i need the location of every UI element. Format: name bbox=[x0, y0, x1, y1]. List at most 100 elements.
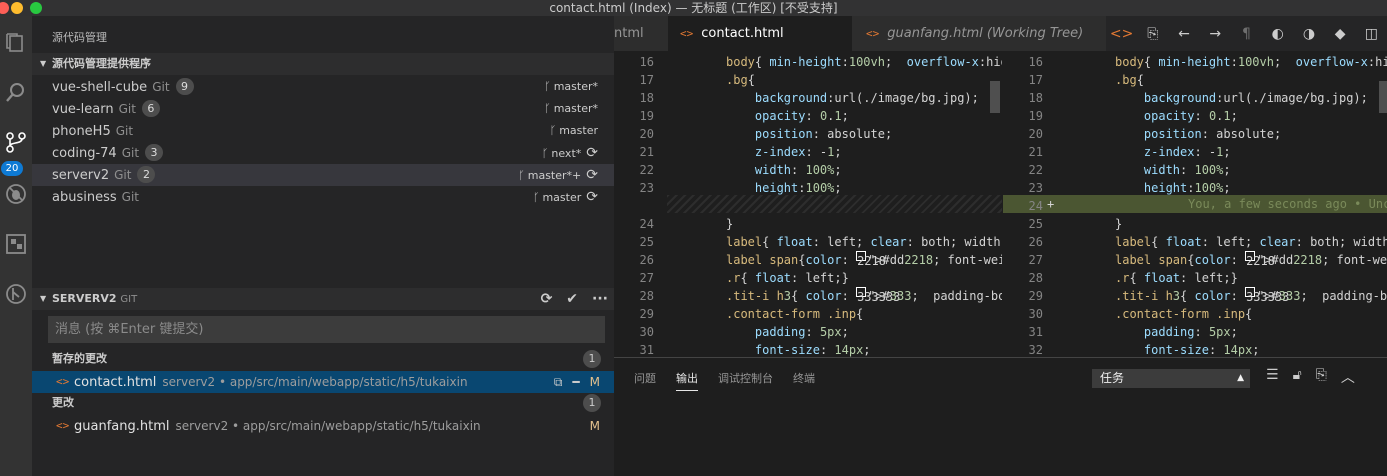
sync-icon[interactable]: ⟳ bbox=[586, 145, 598, 161]
branch-label[interactable]: master* bbox=[554, 80, 598, 93]
code-line: .r{ float: left;} bbox=[1115, 271, 1238, 285]
scrollbar-left[interactable] bbox=[990, 81, 1000, 113]
line-number: 18 bbox=[639, 91, 654, 105]
changes-header[interactable]: 更改 1 bbox=[32, 392, 614, 414]
panel-tab-debug-console[interactable]: 调试控制台 bbox=[718, 370, 773, 386]
code-line: .contact-form .inp{ bbox=[726, 307, 864, 321]
maximize-panel-icon[interactable]: ︿ bbox=[1341, 367, 1355, 387]
panel-tab-output[interactable]: 输出 bbox=[676, 370, 698, 391]
html-file-icon: <> bbox=[866, 27, 880, 40]
line-number: 27 bbox=[639, 271, 654, 285]
scrollbar-right[interactable] bbox=[1379, 81, 1387, 113]
code-line: font-size: 14px; bbox=[754, 343, 871, 357]
repo-row-phoneH5[interactable]: phoneH5 Git ᚴ master bbox=[32, 120, 614, 142]
git-branch-icon: ᚴ bbox=[518, 169, 525, 182]
line-number: 17 bbox=[1028, 73, 1043, 87]
line-number: 22 bbox=[1028, 163, 1043, 177]
branch-label[interactable]: next* bbox=[551, 147, 581, 160]
git-commit-icon[interactable]: ◆ bbox=[1326, 26, 1354, 42]
staged-count-badge: 1 bbox=[583, 350, 601, 368]
commit-message-input[interactable] bbox=[48, 316, 605, 343]
activity-bar: 20 bbox=[0, 16, 32, 476]
repo-row-abusiness[interactable]: abusiness Git ᚴ master ⟳ bbox=[32, 186, 614, 208]
open-file-icon[interactable]: ⧉ bbox=[554, 371, 563, 393]
clear-output-icon[interactable]: ☰ bbox=[1266, 367, 1279, 387]
sync-icon[interactable]: ⟳ bbox=[586, 167, 598, 183]
refresh-icon[interactable]: ⟳ bbox=[541, 288, 553, 310]
line-number: 18 bbox=[1028, 91, 1043, 105]
extensions-icon[interactable] bbox=[0, 226, 32, 262]
close-window-icon[interactable] bbox=[0, 2, 9, 14]
arrow-right-icon[interactable]: → bbox=[1201, 26, 1229, 42]
line-number: 16 bbox=[1028, 55, 1043, 69]
repo-row-vue-shell-cube[interactable]: vue-shell-cube Git 9 ᚴ master* bbox=[32, 76, 614, 98]
git-branch-icon: ᚴ bbox=[544, 80, 551, 93]
branch-label[interactable]: master bbox=[542, 191, 581, 204]
line-number: 26 bbox=[1028, 235, 1043, 249]
line-number: 22 bbox=[639, 163, 654, 177]
unstage-icon[interactable]: ━ bbox=[572, 371, 579, 393]
minimize-window-icon[interactable] bbox=[11, 2, 23, 14]
code-line: label span{color: 2218">#dd2218; font-we… bbox=[726, 251, 1002, 268]
code-line: body{ min-height:100vh; overflow-x:hidde… bbox=[726, 55, 1002, 69]
repo-section-header[interactable]: ▼ SERVERV2 GIT ⟳ ✔ ··· bbox=[32, 288, 614, 310]
sync-icon[interactable]: ⟳ bbox=[586, 189, 598, 205]
editor-actions: <> ⎘ ← → ¶ ◐ ◑ ◆ ◫ bbox=[1106, 16, 1387, 51]
search-icon[interactable] bbox=[0, 74, 32, 110]
line-number: 24 bbox=[639, 217, 654, 231]
open-log-icon[interactable]: ⎘ bbox=[1316, 367, 1327, 387]
tab-contact-index[interactable]: <>contact.html (Index)✕ bbox=[668, 16, 852, 76]
code-line: .bg{ bbox=[1115, 73, 1144, 87]
source-control-icon[interactable] bbox=[0, 124, 32, 160]
changed-file-guanfang[interactable]: <> guanfang.html serverv2 • app/src/main/… bbox=[32, 415, 614, 437]
git-branch-icon: ᚴ bbox=[544, 102, 551, 115]
open-changes-icon[interactable]: ⎘ bbox=[1139, 26, 1167, 42]
line-number: 28 bbox=[639, 289, 654, 303]
repo-row-vue-learn[interactable]: vue-learn Git 6 ᚴ master* bbox=[32, 98, 614, 120]
diff-editor-right[interactable]: + You, a few seconds ago • Uncommitted c… bbox=[1003, 51, 1387, 357]
code-line: opacity: 0.1; bbox=[754, 109, 849, 123]
branch-label[interactable]: master bbox=[559, 124, 598, 137]
zoom-window-icon[interactable] bbox=[30, 2, 42, 14]
line-number: 30 bbox=[1028, 307, 1043, 321]
pilcrow-icon[interactable]: ¶ bbox=[1232, 26, 1260, 42]
more-actions-icon[interactable]: ··· bbox=[592, 288, 608, 310]
repo-row-coding-74[interactable]: coding-74 Git 3 ᚴ next* ⟳ bbox=[32, 142, 614, 164]
line-number: 31 bbox=[639, 343, 654, 357]
tab-partial[interactable]: ntml bbox=[614, 16, 668, 51]
debug-icon[interactable] bbox=[0, 176, 32, 212]
staged-changes-header[interactable]: 暂存的更改 1 bbox=[32, 348, 614, 370]
line-number: 26 bbox=[639, 253, 654, 267]
commit-check-icon[interactable]: ✔ bbox=[566, 288, 578, 310]
compare-right-icon[interactable]: ◑ bbox=[1295, 26, 1323, 42]
gitlens-icon[interactable] bbox=[0, 276, 32, 312]
explorer-icon[interactable] bbox=[0, 24, 32, 60]
line-number: 21 bbox=[1028, 145, 1043, 159]
split-editor-icon[interactable]: ◫ bbox=[1357, 26, 1385, 42]
tab-guanfang-working-tree[interactable]: <> guanfang.html (Working Tree) bbox=[852, 16, 1106, 51]
staged-file-contact[interactable]: <> contact.html serverv2 • app/src/main/w… bbox=[32, 371, 614, 393]
chevron-down-icon: ▼ bbox=[40, 294, 47, 303]
line-number: 25 bbox=[639, 235, 654, 249]
code-line: width: 100%; bbox=[1143, 163, 1231, 177]
code-line: background:url(./image/bg.jpg); bbox=[754, 91, 979, 105]
code-line: .r{ float: left;} bbox=[726, 271, 849, 285]
repo-row-serverv2[interactable]: serverv2 Git 2 ᚴ master*+ ⟳ bbox=[32, 164, 614, 186]
change-count-badge: 3 bbox=[145, 144, 164, 161]
output-channel-select[interactable]: 任务 ▲ bbox=[1092, 369, 1250, 388]
line-number: 21 bbox=[639, 145, 654, 159]
compare-left-icon[interactable]: ◐ bbox=[1264, 26, 1292, 42]
panel-tab-problems[interactable]: 问题 bbox=[634, 370, 656, 386]
diff-editor-left[interactable]: 16 17 18 19 20 21 22 23 24 25 26 27 28 29 30 31 body{ m… bbox=[614, 51, 1002, 357]
line-number: 23 bbox=[1028, 181, 1043, 195]
git-branch-icon: ᚴ bbox=[549, 124, 557, 137]
arrow-left-icon[interactable]: ← bbox=[1170, 26, 1198, 42]
providers-section-header[interactable]: ▼ 源代码管理提供程序 bbox=[32, 53, 614, 75]
lock-scroll-icon[interactable]: 🔓︎ bbox=[1293, 367, 1302, 387]
open-file-icon[interactable]: <> bbox=[1108, 26, 1136, 42]
line-number: 20 bbox=[639, 127, 654, 141]
panel-tab-terminal[interactable]: 终端 bbox=[793, 370, 815, 386]
branch-label[interactable]: master* bbox=[554, 102, 598, 115]
chevron-down-icon: ▼ bbox=[40, 59, 47, 68]
branch-label[interactable]: master*+ bbox=[528, 169, 582, 182]
